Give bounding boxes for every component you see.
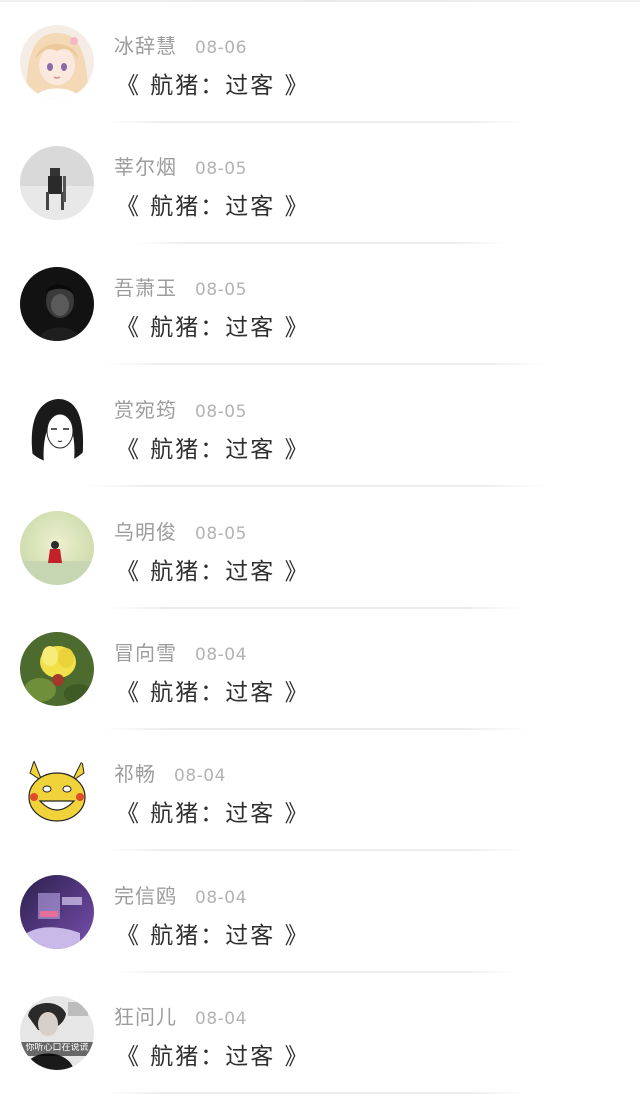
username[interactable]: 祁畅 — [114, 758, 156, 787]
purple-hand-avatar-icon[interactable] — [20, 875, 94, 949]
comment-title[interactable]: 《 航猪：过客 》 — [116, 673, 310, 707]
row-divider — [104, 1092, 528, 1094]
figure-on-chair-avatar-icon[interactable] — [20, 146, 94, 220]
list-item[interactable]: 完信鸥 08-04 《 航猪：过客 》 — [0, 850, 640, 973]
red-figure-avatar-icon[interactable] — [20, 511, 94, 585]
username[interactable]: 吾萧玉 — [114, 272, 177, 301]
comment-meta: 完信鸥 08-04 — [114, 880, 247, 909]
list-item[interactable]: 祁畅 08-04 《 航猪：过客 》 — [0, 728, 640, 851]
post-date: 08-05 — [195, 402, 247, 422]
list-item[interactable]: 莘尔烟 08-05 《 航猪：过客 》 — [0, 121, 640, 244]
username[interactable]: 赏宛筠 — [114, 394, 177, 423]
post-date: 08-05 — [195, 280, 247, 300]
post-date: 08-04 — [174, 766, 226, 786]
comment-title[interactable]: 《 航猪：过客 》 — [116, 187, 310, 221]
yellow-meme-face-avatar-icon[interactable] — [20, 753, 94, 827]
post-date: 08-04 — [195, 645, 247, 665]
username[interactable]: 冰辞慧 — [114, 30, 177, 59]
comment-meta: 祁畅 08-04 — [114, 758, 226, 787]
comment-meta: 莘尔烟 08-05 — [114, 151, 247, 180]
text-photo-avatar-icon[interactable]: 你听心口在说谎 — [20, 996, 94, 1070]
post-date: 08-04 — [195, 1009, 247, 1029]
comment-meta: 乌明俊 08-05 — [114, 516, 247, 545]
comment-title[interactable]: 《 航猪：过客 》 — [116, 552, 310, 586]
post-date: 08-04 — [195, 888, 247, 908]
username[interactable]: 完信鸥 — [114, 880, 177, 909]
anime-girl-avatar-icon[interactable] — [20, 25, 94, 99]
username[interactable]: 莘尔烟 — [114, 151, 177, 180]
comment-title[interactable]: 《 航猪：过客 》 — [116, 794, 310, 828]
list-item[interactable]: 吾萧玉 08-05 《 航猪：过客 》 — [0, 242, 640, 365]
post-date: 08-06 — [195, 38, 247, 58]
username[interactable]: 乌明俊 — [114, 516, 177, 545]
dark-portrait-avatar-icon[interactable] — [20, 267, 94, 341]
comment-meta: 赏宛筠 08-05 — [114, 394, 247, 423]
comment-meta: 冰辞慧 08-06 — [114, 30, 247, 59]
comment-title[interactable]: 《 航猪：过客 》 — [116, 66, 310, 100]
comment-meta: 冒向雪 08-04 — [114, 637, 247, 666]
list-item[interactable]: 乌明俊 08-05 《 航猪：过客 》 — [0, 486, 640, 609]
manga-woman-avatar-icon[interactable] — [20, 389, 94, 463]
list-item[interactable]: 冰辞慧 08-06 《 航猪：过客 》 — [0, 0, 640, 123]
post-date: 08-05 — [195, 524, 247, 544]
list-item[interactable]: 你听心口在说谎 狂问儿 08-04 《 航猪：过客 》 — [0, 971, 640, 1094]
comment-title[interactable]: 《 航猪：过客 》 — [116, 430, 310, 464]
list-item[interactable]: 冒向雪 08-04 《 航猪：过客 》 — [0, 607, 640, 730]
comment-meta: 吾萧玉 08-05 — [114, 272, 247, 301]
post-date: 08-05 — [195, 159, 247, 179]
avatar-caption: 你听心口在说谎 — [25, 1043, 89, 1053]
comment-title[interactable]: 《 航猪：过客 》 — [116, 308, 310, 342]
username[interactable]: 狂问儿 — [114, 1001, 177, 1030]
comment-title[interactable]: 《 航猪：过客 》 — [116, 916, 310, 950]
comment-title[interactable]: 《 航猪：过客 》 — [116, 1037, 310, 1071]
comment-meta: 狂问儿 08-04 — [114, 1001, 247, 1030]
username[interactable]: 冒向雪 — [114, 637, 177, 666]
list-item[interactable]: 赏宛筠 08-05 《 航猪：过客 》 — [0, 364, 640, 487]
yellow-flower-avatar-icon[interactable] — [20, 632, 94, 706]
